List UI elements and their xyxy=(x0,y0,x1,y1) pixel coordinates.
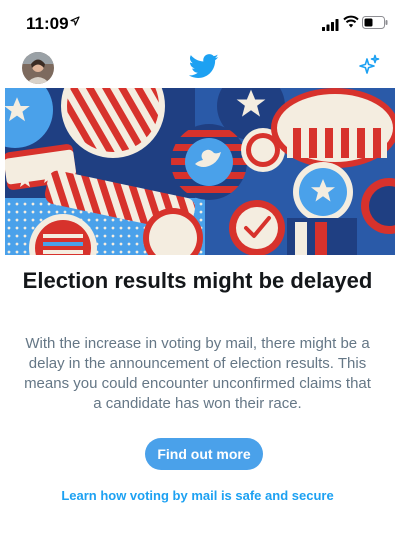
location-arrow-icon xyxy=(70,15,80,29)
voting-by-mail-link[interactable]: Learn how voting by mail is safe and sec… xyxy=(20,488,375,503)
wifi-icon xyxy=(343,15,359,33)
notice-headline: Election results might be delayed xyxy=(22,268,373,293)
twitter-bird-icon[interactable] xyxy=(188,54,219,84)
status-bar: 11:09 xyxy=(0,0,395,44)
sparkle-icon[interactable] xyxy=(358,54,380,81)
notice-body: With the increase in voting by mail, the… xyxy=(24,335,371,412)
status-time: 11:09 xyxy=(26,14,69,33)
battery-icon xyxy=(362,16,388,34)
profile-avatar[interactable] xyxy=(22,52,54,84)
cellular-signal-icon xyxy=(322,18,340,36)
election-banner-image xyxy=(5,88,395,255)
find-out-more-button[interactable]: Find out more xyxy=(145,438,263,470)
